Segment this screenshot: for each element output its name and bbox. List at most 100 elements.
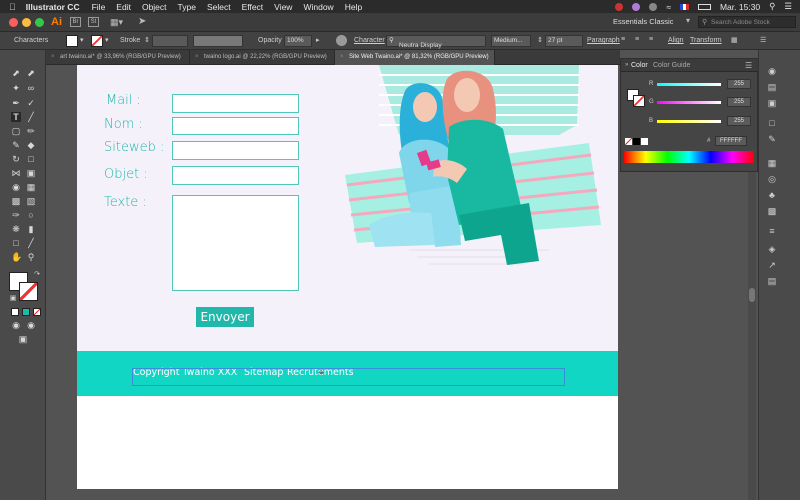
font-size-stepper[interactable]: ⇕: [537, 36, 543, 44]
stroke-swatch[interactable]: [91, 35, 103, 47]
align-left-icon[interactable]: ≡: [621, 36, 625, 43]
eyedropper-tool-icon[interactable]: ✑: [11, 210, 21, 220]
arrange-documents-icon[interactable]: ▦▾: [110, 17, 123, 28]
siteweb-input-box[interactable]: [172, 141, 299, 160]
nom-label[interactable]: Nom :: [104, 117, 143, 132]
b-value[interactable]: 255: [727, 116, 751, 126]
stroke-color-swatch[interactable]: [19, 282, 38, 301]
menu-type[interactable]: Type: [178, 2, 196, 12]
layers-stack-icon[interactable]: ◈: [766, 244, 778, 254]
menu-effect[interactable]: Effect: [242, 2, 264, 12]
g-value[interactable]: 255: [727, 97, 751, 107]
appearance-icon[interactable]: ◎: [766, 174, 778, 184]
default-fill-stroke-icon[interactable]: ▣: [8, 294, 18, 304]
width-tool-icon[interactable]: ⋈: [11, 168, 21, 178]
r-value[interactable]: 255: [727, 79, 751, 89]
symbols-icon[interactable]: ♣: [766, 190, 778, 200]
zoom-tool-icon[interactable]: ⚲: [26, 252, 36, 262]
scrollbar-thumb[interactable]: [749, 288, 755, 302]
objet-label[interactable]: Objet :: [104, 167, 148, 182]
none-mode-icon[interactable]: [33, 308, 41, 316]
stroke-weight-stepper[interactable]: ⇕: [144, 36, 150, 44]
scale-tool-icon[interactable]: □: [26, 154, 36, 164]
opacity-label[interactable]: Opacity: [258, 37, 282, 44]
chevron-down-icon[interactable]: ▾: [686, 16, 690, 25]
siteweb-label[interactable]: Siteweb :: [104, 140, 164, 155]
font-family-field[interactable]: ⚲ Neutra Display: [386, 35, 486, 49]
mail-input-box[interactable]: [172, 94, 299, 113]
pen-tool-icon[interactable]: ✒: [11, 98, 21, 108]
libraries-icon[interactable]: ◉: [766, 66, 778, 76]
workspace-switcher[interactable]: Essentials Classic: [613, 17, 673, 26]
align-right-icon[interactable]: ≡: [649, 36, 653, 43]
two-women-illustration[interactable]: [339, 65, 611, 271]
draw-behind-icon[interactable]: ◉: [26, 320, 36, 330]
shaper-tool-icon[interactable]: ✎: [11, 140, 21, 150]
app-status-icon-3[interactable]: [649, 2, 658, 11]
export-icon[interactable]: ↗: [766, 260, 778, 270]
artboard-tool-icon[interactable]: □: [11, 238, 21, 248]
direct-selection-tool-icon[interactable]: ⬈: [26, 68, 36, 78]
tab-site-web-twaino[interactable]: × Site Web Twaino.ai* @ 81,32% (RGB/GPU …: [335, 50, 495, 65]
rectangle-tool-icon[interactable]: ▢: [11, 126, 21, 136]
apple-icon[interactable]: : [9, 2, 16, 12]
tab-color[interactable]: Color: [631, 62, 648, 69]
notification-icon[interactable]: ☰: [784, 1, 792, 12]
font-style-field[interactable]: Medium...: [491, 35, 531, 47]
menu-view[interactable]: View: [274, 2, 292, 12]
app-name-menu[interactable]: Illustrator CC: [26, 2, 80, 12]
clock[interactable]: Mar. 15:30: [720, 2, 760, 12]
free-transform-tool-icon[interactable]: ▣: [26, 168, 36, 178]
white-swatch[interactable]: [641, 138, 648, 145]
blend-tool-icon[interactable]: ○: [26, 210, 36, 220]
swap-fill-stroke-icon[interactable]: ↷: [32, 270, 42, 280]
properties-icon[interactable]: ▤: [766, 82, 778, 92]
hex-value[interactable]: FFFFFF: [715, 136, 747, 146]
stock-icon[interactable]: St: [88, 17, 99, 27]
menu-edit[interactable]: Edit: [116, 2, 131, 12]
swatches-icon[interactable]: ▦: [766, 158, 778, 168]
app-status-icon[interactable]: [615, 2, 624, 11]
graphic-styles-icon[interactable]: ▩: [766, 206, 778, 216]
color-spectrum[interactable]: [624, 151, 754, 163]
isolate-icon[interactable]: ▦: [731, 36, 738, 44]
menu-object[interactable]: Object: [142, 2, 167, 12]
opacity-dropdown-icon[interactable]: ▸: [316, 36, 320, 44]
font-size-field[interactable]: 27 pt: [545, 35, 583, 47]
r-slider[interactable]: [657, 83, 721, 86]
slice-tool-icon[interactable]: ╱: [26, 238, 36, 248]
bridge-icon[interactable]: Br: [70, 17, 81, 27]
align-center-icon[interactable]: ≡: [635, 36, 639, 43]
b-slider[interactable]: [657, 120, 721, 123]
gpu-performance-icon[interactable]: ➤: [138, 16, 146, 27]
stroke-label[interactable]: Stroke: [120, 37, 140, 44]
stroke-weight-field[interactable]: [152, 35, 188, 47]
canvas-area[interactable]: Mail : Nom : Siteweb : Objet : Texte : E…: [46, 65, 620, 500]
fill-swatch[interactable]: [66, 35, 78, 47]
gradient-mode-icon[interactable]: [22, 308, 30, 316]
eraser-tool-icon[interactable]: ◆: [26, 140, 36, 150]
selection-tool-icon[interactable]: ⬈: [11, 68, 21, 78]
wifi-icon[interactable]: ≈: [666, 2, 671, 12]
objet-input-box[interactable]: [172, 166, 299, 185]
tab-twaino-logo[interactable]: × twaino logo.ai @ 22,22% (RGB/GPU Previ…: [190, 50, 335, 65]
close-tab-icon[interactable]: ×: [51, 50, 55, 65]
app-status-icon-2[interactable]: [632, 2, 641, 11]
maximize-window-button[interactable]: [35, 18, 44, 27]
stroke-dropdown-icon[interactable]: ▾: [105, 36, 109, 44]
shape-builder-tool-icon[interactable]: ◉: [11, 182, 21, 192]
menu-help[interactable]: Help: [345, 2, 362, 12]
align-label[interactable]: Align: [668, 37, 684, 44]
nom-input-box[interactable]: [172, 117, 299, 135]
gradient-tool-icon[interactable]: ▧: [26, 196, 36, 206]
column-graph-tool-icon[interactable]: ▮: [26, 224, 36, 234]
tab-art-twaino[interactable]: × art twaino.ai* @ 33,96% (RGB/GPU Previ…: [46, 50, 190, 65]
recolor-icon[interactable]: [336, 35, 347, 46]
menu-window[interactable]: Window: [303, 2, 333, 12]
tab-color-guide[interactable]: Color Guide: [653, 62, 690, 69]
texte-label[interactable]: Texte :: [104, 195, 147, 210]
draw-normal-icon[interactable]: ◉: [11, 320, 21, 330]
canvas-vertical-scrollbar[interactable]: [748, 168, 756, 500]
menu-file[interactable]: File: [92, 2, 106, 12]
opacity-field[interactable]: 100%: [284, 35, 312, 47]
